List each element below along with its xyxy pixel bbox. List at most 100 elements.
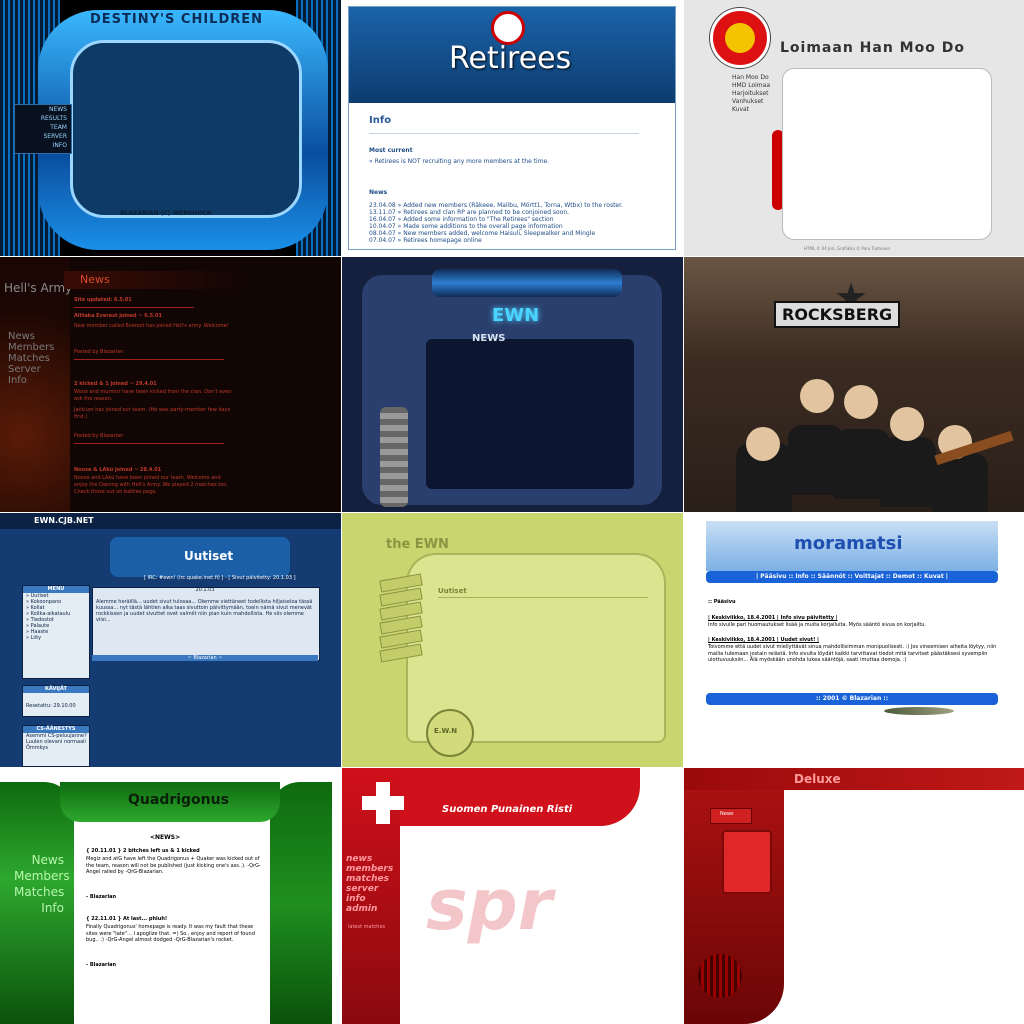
- pipe-ornament: [380, 407, 408, 507]
- nav-admin[interactable]: admin: [346, 904, 393, 914]
- watermark-logo: spr: [426, 864, 553, 946]
- poll-box: CS-ÄÄNESTYS Asemmi CS-peluujanne? Luulen…: [22, 725, 90, 767]
- news-date: 20.1.03: [195, 587, 215, 593]
- site-title: Quadrigonus: [128, 792, 229, 808]
- ewn-news-site: EWN NEWS: [342, 257, 683, 512]
- top-bar: [684, 768, 1024, 790]
- nav-members[interactable]: Members: [14, 868, 70, 884]
- post-author: - Blazarian: [86, 894, 117, 900]
- post-body: Finally Quadrigonus' homepage is ready. …: [86, 924, 255, 943]
- banner: Retirees: [349, 7, 675, 103]
- nav-members[interactable]: Members: [8, 342, 54, 353]
- page-title: Uutiset: [184, 549, 234, 563]
- news-tab-label: News: [720, 811, 734, 817]
- most-current-text: » Retirees is NOT recruiting any more me…: [369, 158, 550, 165]
- post-title: Alttaka Everest joined ~ 6.5.01: [74, 313, 162, 319]
- nav-info[interactable]: Info: [8, 375, 54, 386]
- menu-item[interactable]: » Liity: [23, 635, 89, 641]
- divider: [74, 307, 194, 308]
- menu-box: MENU » Uutiset » Kokoonpano » Kollat » K…: [22, 585, 90, 679]
- post-author: Posted by Blazarian: [74, 433, 124, 439]
- section-title: Uutiset: [438, 587, 467, 595]
- side-nav: NEWS RESULTS TEAM SERVER INFO: [14, 104, 72, 154]
- nav-matches[interactable]: Matches: [8, 353, 54, 364]
- the-ewn-green-site: the EWN Uutiset E.W.N: [342, 513, 683, 767]
- site-title: Suomen Punainen Risti: [442, 804, 573, 815]
- seal-text: E.W.N: [434, 727, 458, 735]
- nav-matches[interactable]: Matches: [14, 884, 64, 900]
- band-member: [880, 437, 936, 507]
- nav-server[interactable]: server: [346, 884, 393, 894]
- post-title: { 20.11.01 } 2 bitches left us & 1 kicke…: [86, 848, 200, 854]
- content-panel: [782, 68, 992, 240]
- section-title: News: [80, 273, 110, 286]
- visitors-box: KÄVIJÄT Resetattu: 29.10.00: [22, 685, 90, 717]
- site-logo: Hell's Army: [4, 281, 73, 295]
- side-nav: News Members Matches Server Info: [8, 331, 54, 386]
- fish-graphic: [884, 707, 954, 715]
- section-title: :: Pääsivu: [708, 599, 736, 605]
- nav-vanhukset[interactable]: Vanhukset: [732, 98, 770, 106]
- most-current-heading: Most current: [369, 147, 413, 154]
- news-item: 07.04.07 » Retirees homepage online: [369, 237, 482, 244]
- visitors-reset: Resetattu: 29.10.00: [26, 703, 76, 709]
- quadrigonus-site: Quadrigonus News Members Matches Info <N…: [0, 768, 341, 1024]
- nav-info[interactable]: Info: [14, 900, 64, 916]
- site-updated: Site updated: 6.5.01: [74, 297, 132, 303]
- footer-credit: BLAZARIAN (C) WEBSHOCK: [120, 210, 212, 217]
- nav-matches[interactable]: matches: [346, 874, 393, 884]
- band-member-face: [844, 385, 878, 419]
- retirees-site: Retirees Info Most current » Retirees is…: [342, 0, 683, 256]
- divider: [438, 597, 648, 598]
- nav-harjoitukset[interactable]: Harjoitukset: [732, 90, 770, 98]
- nav-news[interactable]: NEWS: [15, 105, 71, 114]
- irc-info: [ IRC: #ewn! (irc.quake.inet.fi) ] - [ S…: [144, 575, 296, 581]
- site-title: DESTINY'S CHILDREN: [90, 12, 264, 27]
- nav-server[interactable]: Server: [8, 364, 54, 375]
- section-title: NEWS: [472, 333, 506, 344]
- post-author: - Blazarian: [86, 962, 117, 968]
- post-body: Noose and LAkü have been joined our team…: [74, 475, 228, 495]
- nav-hmd-loimaa[interactable]: HMD Loimaa: [732, 82, 770, 90]
- destinys-children-site: DESTINY'S CHILDREN NEWS RESULTS TEAM SER…: [0, 0, 341, 256]
- post-title: { 22.11.01 } At last... phiuh!: [86, 916, 168, 922]
- side-nav: Han Moo Do HMD Loimaa Harjoitukset Vanhu…: [732, 74, 770, 114]
- moramatsi-site: moramatsi | Pääsivu :: Info :: Säännöt :…: [684, 513, 1024, 767]
- divider: [74, 443, 224, 444]
- nav-members[interactable]: members: [346, 864, 393, 874]
- band-member-face: [746, 427, 780, 461]
- post-title: | Keskiviikko, 18.4.2001 | Uudet sivut! …: [708, 637, 819, 643]
- club-emblem: [710, 8, 770, 68]
- news-heading: <NEWS>: [150, 834, 181, 841]
- nav-team[interactable]: TEAM: [15, 123, 71, 132]
- content-box: [722, 830, 772, 894]
- nav-kuvat[interactable]: Kuvat: [732, 106, 770, 114]
- electric-wave-banner: [432, 269, 622, 297]
- nav-news[interactable]: news: [346, 854, 393, 864]
- content-screen: [426, 339, 634, 489]
- post-body: Wooo and murmur have been kicked from th…: [74, 389, 232, 402]
- side-nav: news members matches server info admin: [346, 854, 393, 914]
- divider: [74, 359, 224, 360]
- nav-links[interactable]: | Pääsivu :: Info :: Säännöt :: Voittaja…: [706, 573, 998, 580]
- nav-han-moo-do[interactable]: Han Moo Do: [732, 74, 770, 82]
- site-url-tab: EWN.CJB.NET: [34, 516, 94, 525]
- page-frame: Retirees Info Most current » Retirees is…: [348, 6, 676, 250]
- site-logo: Retirees: [449, 41, 572, 76]
- news-author: ~ Blazarian ~: [92, 655, 318, 661]
- post-body: Toivomme että uudet sivut miellyttävät s…: [708, 644, 997, 663]
- post-body: Info sivulle pari huomautukset lisää ja …: [708, 622, 927, 628]
- nav-results[interactable]: RESULTS: [15, 114, 71, 123]
- band-member-face: [890, 407, 924, 441]
- nav-info[interactable]: INFO: [15, 141, 71, 150]
- nav-info[interactable]: info: [346, 894, 393, 904]
- nav-news[interactable]: News: [14, 852, 64, 868]
- band-logo: ROCKSBERG: [774, 301, 901, 328]
- divider: [369, 133, 639, 134]
- news-body: Alemme heräillä... uudet sivut tulosaa..…: [96, 599, 313, 623]
- nav-news[interactable]: News: [8, 331, 54, 342]
- no-sign-icon: [491, 11, 525, 45]
- nav-server[interactable]: SERVER: [15, 132, 71, 141]
- tiger-icon: [725, 23, 755, 53]
- poll-option[interactable]: Ömmkys: [23, 745, 89, 751]
